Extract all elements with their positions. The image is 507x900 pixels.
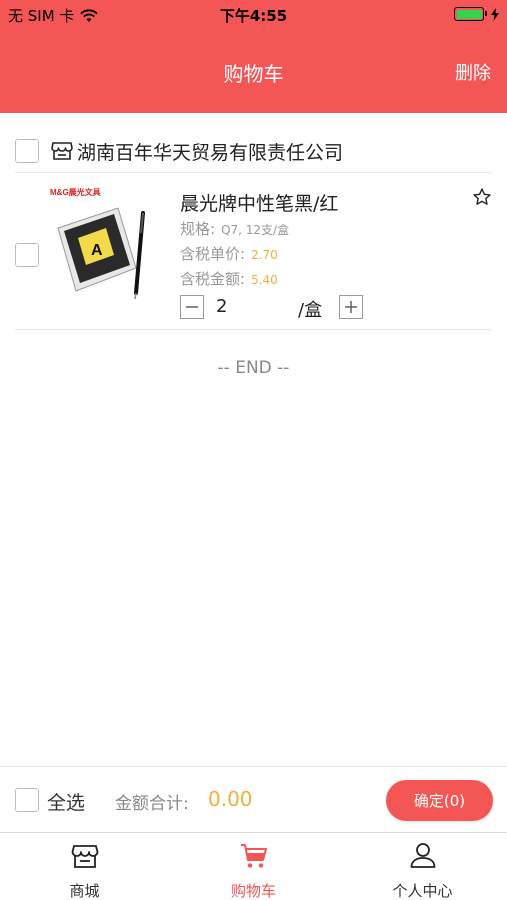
cart-item: M&G晨光文具 A 晨光牌中性笔黑/红 规格: Q7, 12支/盒 含税单价: 2.… (0, 173, 507, 329)
item-spec: 规格: Q7, 12支/盒 (180, 218, 289, 239)
tab-store[interactable]: 商城 (0, 833, 169, 900)
cart-icon (240, 844, 267, 868)
spec-value: Q7, 12支/盒 (221, 223, 290, 237)
quantity-unit: /盒 (298, 300, 323, 321)
user-icon (410, 843, 435, 868)
total-label: 金额合计: (115, 794, 189, 814)
spec-label: 规格: (180, 220, 216, 238)
tab-profile[interactable]: 个人中心 (338, 833, 507, 900)
store-name: 湖南百年华天贸易有限责任公司 (77, 142, 344, 164)
product-image-text: A (91, 242, 103, 259)
page-title: 购物车 (223, 62, 284, 86)
store-icon (71, 845, 98, 868)
tab-cart-label: 购物车 (230, 882, 276, 900)
product-image[interactable]: M&G晨光文具 A (48, 183, 163, 301)
unit-price-value: 2.70 (251, 248, 278, 262)
battery-icon (454, 7, 487, 21)
decrease-button[interactable] (180, 295, 204, 319)
plus-icon (345, 301, 357, 313)
quantity-stepper: 2 /盒 (180, 295, 365, 321)
status-right (454, 7, 499, 21)
item-total-value: 5.40 (251, 273, 278, 287)
item-checkbox[interactable] (15, 243, 39, 267)
tab-bar: 商城 购物车 个人中心 (0, 832, 507, 900)
status-bar: 无 SIM 卡 下午4:55 (0, 0, 507, 30)
item-unit-price: 含税单价: 2.70 (180, 243, 278, 264)
select-all-checkbox[interactable] (15, 788, 39, 812)
item-total-label: 含税金额: (180, 270, 246, 288)
item-total: 含税金额: 5.40 (180, 268, 278, 289)
minus-icon (186, 306, 198, 308)
end-marker: -- END -- (217, 358, 290, 378)
unit-price-label: 含税单价: (180, 245, 246, 263)
confirm-button[interactable]: 确定(0) (386, 780, 493, 821)
store-checkbox[interactable] (15, 139, 39, 163)
select-all-label[interactable]: 全选 (47, 788, 85, 815)
status-time: 下午4:55 (219, 7, 288, 25)
item-title: 晨光牌中性笔黑/红 (180, 193, 339, 215)
delete-button[interactable]: 删除 (455, 59, 491, 85)
tab-cart[interactable]: 购物车 (169, 833, 338, 900)
tab-store-label: 商城 (69, 882, 100, 900)
charging-icon (491, 7, 499, 21)
store-row: 湖南百年华天贸易有限责任公司 (0, 130, 507, 172)
increase-button[interactable] (339, 295, 363, 319)
star-icon[interactable] (472, 187, 492, 207)
header: 无 SIM 卡 下午4:55 购物车 删除 (0, 0, 507, 113)
product-image-brand: M&G晨光文具 (50, 187, 101, 197)
checkout-bar: 全选 金额合计: 0.00 确定(0) (0, 766, 507, 832)
divider (15, 329, 492, 330)
tab-profile-label: 个人中心 (392, 882, 453, 900)
quantity-value[interactable]: 2 (216, 296, 227, 317)
total-value: 0.00 (208, 787, 253, 811)
store-icon (51, 142, 73, 160)
